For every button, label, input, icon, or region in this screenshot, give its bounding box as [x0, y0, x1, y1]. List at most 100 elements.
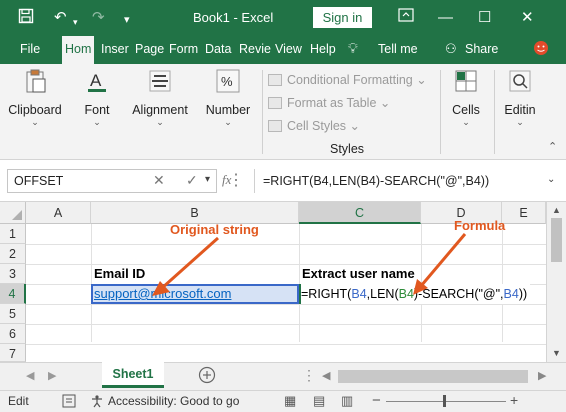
clipboard-label: Clipboard — [8, 103, 62, 117]
font-icon: A — [88, 71, 106, 92]
chevron-down-icon: ⌄ — [93, 117, 101, 127]
chevron-down-icon[interactable]: ▾ — [205, 174, 210, 185]
minimize-icon[interactable]: — — [438, 8, 453, 28]
clipboard-icon — [26, 69, 46, 93]
tab-formulas[interactable]: Form — [169, 42, 198, 56]
annotation-arrows — [152, 233, 467, 296]
cells-icon — [455, 70, 477, 92]
zoom-slider-thumb[interactable] — [443, 395, 446, 407]
chevron-down-icon: ⌄ — [516, 117, 524, 127]
chevron-down-icon: ⌄ — [31, 117, 39, 127]
redo-icon[interactable]: ↷ — [92, 8, 105, 28]
format-as-table-button[interactable]: Format as Table ⌄ — [268, 95, 390, 110]
format-table-icon — [268, 97, 282, 109]
cell-styles-label: Cell Styles — [287, 119, 347, 133]
cells-group[interactable]: Cells ⌄ — [446, 68, 486, 127]
percent-icon: % — [216, 69, 240, 93]
scroll-up-icon[interactable]: ▲ — [552, 205, 561, 215]
ribbon-display-options-icon[interactable] — [398, 8, 414, 28]
sign-in-button[interactable]: Sign in — [313, 7, 372, 28]
clipboard-group[interactable]: Clipboard ⌄ — [6, 68, 64, 127]
status-bar: Edit Accessibility: Good to go ▦ ▤ ▥ − + — [0, 390, 566, 412]
customize-toolbar-icon[interactable]: ▾ — [124, 10, 130, 30]
accessibility-status[interactable]: Accessibility: Good to go — [108, 394, 239, 408]
font-label: Font — [84, 103, 110, 117]
cell-styles-icon — [268, 120, 282, 132]
editing-group[interactable]: Editin ⌄ — [500, 68, 540, 127]
add-sheet-button[interactable] — [198, 366, 216, 387]
h-scroll-left-icon[interactable]: ◀ — [322, 369, 330, 382]
alignment-label: Alignment — [132, 103, 188, 117]
scroll-thumb[interactable] — [551, 218, 562, 262]
ribbon-separator — [440, 70, 441, 154]
scroll-sheets-left-icon[interactable]: ◀ — [26, 369, 34, 382]
tell-me-search[interactable]: Tell me — [378, 42, 418, 56]
font-group[interactable]: A Font ⌄ — [72, 68, 122, 127]
chevron-down-icon: ⌄ — [224, 117, 232, 127]
tab-help[interactable]: Help — [310, 42, 336, 56]
chevron-down-icon: ⌄ — [462, 117, 470, 127]
close-icon[interactable]: ✕ — [521, 8, 534, 28]
maximize-icon[interactable]: ☐ — [478, 8, 491, 28]
ribbon-separator — [494, 70, 495, 154]
share-button[interactable]: Share — [465, 42, 498, 56]
undo-icon[interactable]: ↶ — [54, 8, 67, 28]
sheet-tab-sheet1[interactable]: Sheet1 — [102, 362, 164, 388]
tab-page-layout[interactable]: Page — [135, 42, 164, 56]
editing-label: Editin — [504, 103, 536, 117]
undo-dropdown-icon[interactable]: ▾ — [73, 12, 78, 32]
formula-bar: OFFSET ▾ ⋮ ✕ ✓ fx =RIGHT(B4,LEN(B4)-SEAR… — [0, 160, 566, 202]
person-icon[interactable]: ⚇ — [445, 41, 457, 57]
accessibility-icon[interactable] — [90, 394, 104, 411]
horizontal-scroll-thumb[interactable] — [338, 370, 528, 383]
alignment-group[interactable]: Alignment ⌄ — [128, 68, 192, 127]
tab-insert[interactable]: Inser — [101, 42, 129, 56]
cells-label: Cells — [452, 103, 480, 117]
normal-view-icon[interactable]: ▦ — [284, 393, 296, 409]
svg-text:A: A — [90, 71, 102, 90]
sheet-tab-bar: ◀ ▶ Sheet1 ⋮ ◀ ▶ — [0, 362, 566, 390]
status-icon — [62, 394, 76, 411]
h-scroll-right-icon[interactable]: ▶ — [538, 369, 546, 382]
formula-input[interactable]: =RIGHT(B4,LEN(B4)-SEARCH("@",B4)) — [254, 169, 558, 193]
more-sheets-icon[interactable]: ⋮ — [302, 367, 316, 384]
page-break-view-icon[interactable]: ▥ — [341, 393, 353, 409]
conditional-formatting-button[interactable]: Conditional Formatting ⌄ — [268, 72, 427, 87]
worksheet-grid: A B C D E 1 2 3 4 5 6 7 Email ID Extract… — [0, 202, 566, 362]
conditional-formatting-icon — [268, 74, 282, 86]
number-label: Number — [205, 103, 251, 117]
tab-data[interactable]: Data — [205, 42, 231, 56]
cell-styles-button[interactable]: Cell Styles ⌄ — [268, 118, 360, 133]
title-bar: ↶ ▾ ↷ ▾ Book1 - Excel Sign in — ☐ ✕ — [0, 0, 566, 36]
styles-group-label: Styles — [330, 142, 365, 156]
zoom-out-icon[interactable]: − — [372, 392, 381, 409]
search-icon — [509, 70, 531, 92]
tab-review[interactable]: Revie — [239, 42, 271, 56]
arrow-to-c4 — [419, 233, 467, 287]
zoom-in-icon[interactable]: + — [510, 392, 518, 408]
format-as-table-label: Format as Table — [287, 96, 377, 110]
insert-function-button[interactable]: fx — [222, 172, 231, 188]
vertical-scrollbar[interactable]: ▲ ▼ — [546, 202, 566, 362]
lightbulb-icon[interactable]: 💡︎ — [348, 40, 358, 57]
window-title: Book1 - Excel — [193, 10, 274, 25]
scroll-down-icon[interactable]: ▼ — [552, 348, 561, 358]
collapse-ribbon-icon[interactable]: ⌃ — [548, 140, 557, 153]
arrow-to-b4 — [161, 236, 219, 290]
tab-home[interactable]: Hom — [62, 36, 95, 64]
align-center-icon — [149, 70, 171, 92]
page-layout-view-icon[interactable]: ▤ — [313, 393, 325, 409]
enter-formula-icon[interactable]: ✓ — [186, 172, 198, 189]
scroll-sheets-right-icon[interactable]: ▶ — [48, 369, 56, 382]
tab-view[interactable]: View — [275, 42, 302, 56]
cancel-formula-icon[interactable]: ✕ — [153, 172, 165, 189]
save-icon[interactable] — [18, 8, 34, 30]
number-group[interactable]: % Number ⌄ — [200, 68, 256, 127]
expand-formula-bar-icon[interactable]: ⌄ — [547, 174, 555, 185]
ribbon: Clipboard ⌄ A Font ⌄ Alignment ⌄ % Numbe… — [0, 64, 566, 160]
plus-circle-icon — [198, 366, 216, 384]
zoom-slider-track[interactable] — [386, 401, 506, 402]
tab-file[interactable]: File — [20, 42, 40, 56]
chevron-down-icon: ⌄ — [156, 117, 164, 127]
smiley-feedback-icon[interactable] — [533, 40, 549, 59]
